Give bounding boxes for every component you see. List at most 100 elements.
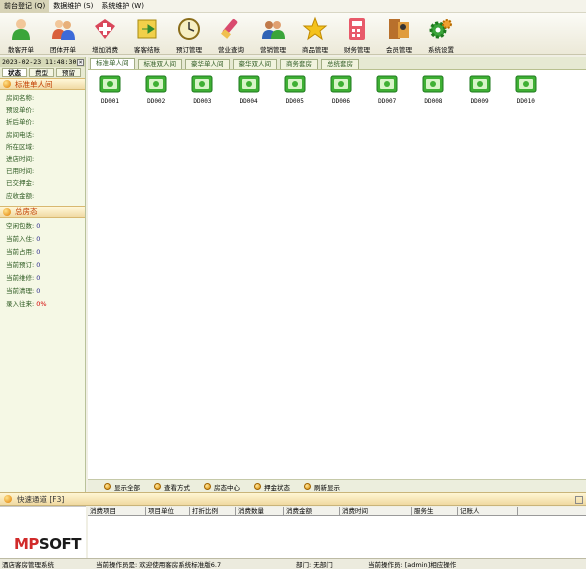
room-field: 所在区域: <box>6 142 35 151</box>
col-header[interactable]: 消费项目 <box>88 507 146 515</box>
stat-value: 0 <box>36 260 41 269</box>
toolbar-label: 营业查询 <box>218 46 244 54</box>
action-label: 押金状态 <box>264 483 290 492</box>
room-tile[interactable]: DD001 <box>98 74 122 105</box>
current-datetime: 2023-02-23 11:48:30 <box>2 58 77 66</box>
tab-room-type[interactable]: 标准单人间 <box>90 58 135 69</box>
toolbar-label: 财务管理 <box>344 46 370 54</box>
room-field: 折后单价: <box>6 118 35 127</box>
room-tile[interactable]: DD010 <box>514 74 538 105</box>
room-label: DD008 <box>424 98 443 105</box>
mpsoft-logo: MPSOFT <box>14 535 81 553</box>
room-tile[interactable]: DD007 <box>375 74 399 105</box>
status-bar: 酒店客房管理系统 当前操作员是: 欢迎使用客房系统标准版6.7 部门: 无部门 … <box>0 558 586 569</box>
toolbar-label: 散客开单 <box>8 46 34 54</box>
menu-data-maintenance[interactable]: 数据维护 (S) <box>49 0 97 13</box>
room-field: 进店时间: <box>6 154 35 163</box>
room-tile[interactable]: DD006 <box>329 74 353 105</box>
col-header[interactable]: 消费金额 <box>284 507 340 515</box>
room-label: DD002 <box>147 98 166 105</box>
room-door-icon <box>515 75 537 93</box>
tab-room-type[interactable]: 豪华单人间 <box>185 59 230 69</box>
quick-channel-header: 快速通道 [F3] <box>0 492 586 506</box>
datetime-bar: 2023-02-23 11:48:30 × <box>0 57 85 67</box>
show-all-button[interactable]: 显示全部 <box>104 482 140 492</box>
tab-status[interactable]: 状态 <box>2 68 27 77</box>
stat-value: 0 <box>36 247 41 256</box>
stat-label: 当前维修: <box>6 273 35 282</box>
marketing-button[interactable]: 营销管理 <box>252 13 294 55</box>
room-tile[interactable]: DD009 <box>468 74 492 105</box>
stat-value: 0% <box>36 299 47 308</box>
business-query-button[interactable]: 营业查询 <box>210 13 252 55</box>
room-tile[interactable]: DD008 <box>421 74 445 105</box>
table-header: 消费项目 项目单位 打折比例 消费数量 消费金额 消费时间 服务生 记账人 <box>88 507 586 516</box>
people-icon <box>262 21 285 39</box>
tab-fee-type[interactable]: 费型 <box>29 68 54 77</box>
member-icon <box>389 19 409 39</box>
action-label: 刷新显示 <box>314 483 340 492</box>
tab-room-type[interactable]: 商务套房 <box>280 59 318 69</box>
tab-room-type[interactable]: 标准双人间 <box>137 59 182 69</box>
status-welcome: 当前操作员是: 欢迎使用客房系统标准版6.7 <box>96 561 222 569</box>
deposit-status-button[interactable]: 押金状态 <box>254 482 290 492</box>
left-tabs: 状态 费型 预留 <box>0 67 85 78</box>
stat-label: 当前入住: <box>6 234 35 243</box>
tab-room-type[interactable]: 总统套房 <box>321 59 359 69</box>
add-consumption-button[interactable]: 增加消费 <box>84 13 126 55</box>
refresh-button[interactable]: 刷新显示 <box>304 482 340 492</box>
room-field: 已交押金: <box>6 179 35 188</box>
stat-row: 当前预订: 0 <box>6 259 85 272</box>
col-header[interactable]: 服务生 <box>412 507 458 515</box>
room-tile[interactable]: DD002 <box>144 74 168 105</box>
walkin-checkin-button[interactable]: 散客开单 <box>0 13 42 55</box>
orb-icon <box>254 483 261 490</box>
left-info-panel: 2023-02-23 11:48:30 × 状态 费型 预留 标准单人间 房间名… <box>0 57 86 557</box>
room-label: DD001 <box>100 98 120 105</box>
menu-system-maintenance[interactable]: 系统维护 (W) <box>97 0 148 13</box>
menu-front-desk[interactable]: 前台登记 (Q) <box>0 0 50 13</box>
room-tile[interactable]: DD003 <box>190 74 214 105</box>
finance-button[interactable]: 财务管理 <box>336 13 378 55</box>
settings-button[interactable]: 系统设置 <box>420 13 462 55</box>
room-label: DD009 <box>470 98 489 105</box>
consumption-table: 消费项目 项目单位 打折比例 消费数量 消费金额 消费时间 服务生 记账人 <box>88 507 586 558</box>
room-door-icon <box>284 75 306 93</box>
status-section-title: 总房态 <box>15 207 38 217</box>
member-button[interactable]: 会员管理 <box>378 13 420 55</box>
room-tile[interactable]: DD004 <box>237 74 261 105</box>
room-door-icon <box>99 75 121 93</box>
status-operator: 当前操作员: [admin]相应操作 <box>368 561 457 569</box>
orb-icon <box>3 207 11 216</box>
room-tile[interactable]: DD005 <box>283 74 307 105</box>
goods-button[interactable]: 商品管理 <box>294 13 336 55</box>
reservation-button[interactable]: 预订管理 <box>168 13 210 55</box>
stat-label: 录入往来: <box>6 299 35 308</box>
col-header[interactable]: 项目单位 <box>146 507 190 515</box>
col-header[interactable]: 打折比例 <box>190 507 236 515</box>
room-center-button[interactable]: 房态中心 <box>204 482 240 492</box>
stat-value: 0 <box>36 273 41 282</box>
tab-room-type[interactable]: 豪华双人间 <box>232 59 277 69</box>
room-section-title: 标准单人间 <box>15 79 53 89</box>
room-field: 已用时间: <box>6 167 35 176</box>
pin-icon[interactable] <box>575 496 583 504</box>
col-header[interactable]: 消费数量 <box>236 507 284 515</box>
stat-row: 当前入住: 0 <box>6 233 85 246</box>
toolbar-label: 团体开单 <box>50 46 76 54</box>
col-header[interactable]: 消费时间 <box>340 507 412 515</box>
group-checkin-button[interactable]: 团体开单 <box>42 13 84 55</box>
action-label: 显示全部 <box>114 483 140 492</box>
checkout-button[interactable]: 客客结账 <box>126 13 168 55</box>
room-label: DD010 <box>516 98 535 105</box>
add-consume-icon <box>95 19 115 39</box>
room-label: DD004 <box>239 98 258 105</box>
status-section-header: 总房态 <box>0 205 85 218</box>
close-icon[interactable]: × <box>77 58 84 66</box>
view-mode-button[interactable]: 查看方式 <box>154 482 190 492</box>
col-header[interactable]: 记账人 <box>458 507 518 515</box>
stat-row: 当前占用: 0 <box>6 246 85 259</box>
orb-icon <box>304 483 311 490</box>
toolbar-label: 商品管理 <box>302 46 328 54</box>
tab-reserve[interactable]: 预留 <box>56 68 81 77</box>
